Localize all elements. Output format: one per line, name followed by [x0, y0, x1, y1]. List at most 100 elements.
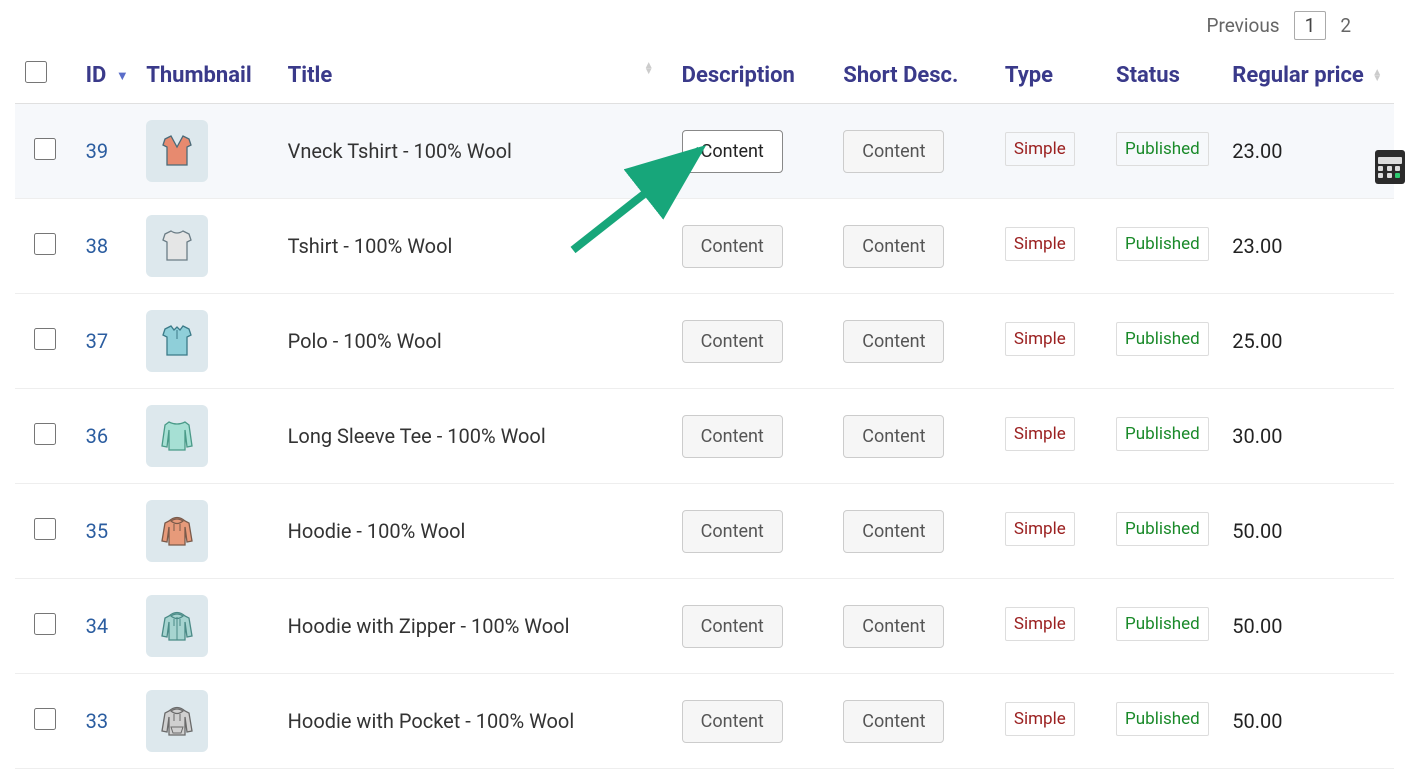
description-content-button[interactable]: Content: [682, 415, 783, 458]
pagination-page-1[interactable]: 1: [1294, 11, 1327, 40]
row-checkbox[interactable]: [34, 138, 56, 160]
regular-price: 30.00: [1232, 424, 1282, 448]
row-title-cell[interactable]: Polo - 100% Wool: [278, 294, 672, 389]
product-thumbnail[interactable]: [146, 595, 208, 657]
shortdesc-content-button[interactable]: Content: [843, 605, 944, 648]
header-price-label: Regular price: [1232, 63, 1364, 88]
status-badge[interactable]: Published: [1116, 417, 1209, 451]
pagination-previous[interactable]: Previous: [1198, 10, 1287, 41]
product-id-link[interactable]: 39: [86, 139, 108, 163]
description-content-button[interactable]: Content: [682, 130, 783, 173]
description-content-button[interactable]: Content: [682, 320, 783, 363]
type-badge[interactable]: Simple: [1005, 702, 1075, 736]
table-row: 38 Tshirt - 100% Wool Content Content Si…: [15, 199, 1394, 294]
product-id-link[interactable]: 38: [86, 234, 108, 258]
row-id-cell: 36: [76, 389, 137, 484]
header-regular-price[interactable]: Regular price ▲ ▼: [1222, 51, 1394, 104]
row-price-cell[interactable]: 25.00: [1222, 294, 1394, 389]
product-thumbnail[interactable]: [146, 120, 208, 182]
status-badge[interactable]: Published: [1116, 607, 1209, 641]
row-title-cell[interactable]: Long Sleeve Tee - 100% Wool: [278, 389, 672, 484]
row-price-cell[interactable]: 23.00: [1222, 199, 1394, 294]
row-status-cell: Published: [1106, 199, 1222, 294]
row-price-cell[interactable]: 50.00: [1222, 484, 1394, 579]
type-badge[interactable]: Simple: [1005, 322, 1075, 356]
calculator-icon[interactable]: [1375, 150, 1405, 184]
row-shortdesc-cell: Content: [833, 104, 995, 199]
select-all-checkbox[interactable]: [25, 61, 47, 83]
product-id-link[interactable]: 36: [86, 424, 108, 448]
product-id-link[interactable]: 34: [86, 614, 108, 638]
shortdesc-content-button[interactable]: Content: [843, 510, 944, 553]
product-thumbnail[interactable]: [146, 690, 208, 752]
header-status[interactable]: Status: [1106, 51, 1222, 104]
row-price-cell[interactable]: 30.00: [1222, 389, 1394, 484]
type-badge[interactable]: Simple: [1005, 417, 1075, 451]
product-thumbnail[interactable]: [146, 500, 208, 562]
product-title: Polo - 100% Wool: [288, 329, 442, 353]
header-title[interactable]: Title ▲ ▼: [278, 51, 672, 104]
product-id-link[interactable]: 35: [86, 519, 108, 543]
row-type-cell: Simple: [995, 294, 1106, 389]
shortdesc-content-button[interactable]: Content: [843, 225, 944, 268]
product-thumbnail[interactable]: [146, 405, 208, 467]
row-type-cell: Simple: [995, 579, 1106, 674]
shortdesc-content-button[interactable]: Content: [843, 130, 944, 173]
shortdesc-content-button[interactable]: Content: [843, 320, 944, 363]
row-title-cell[interactable]: Hoodie with Zipper - 100% Wool: [278, 579, 672, 674]
row-thumbnail-cell: [136, 579, 277, 674]
product-id-link[interactable]: 37: [86, 329, 108, 353]
description-content-button[interactable]: Content: [682, 700, 783, 743]
type-badge[interactable]: Simple: [1005, 607, 1075, 641]
table-row: 39 Vneck Tshirt - 100% Wool Content Cont…: [15, 104, 1394, 199]
header-thumbnail[interactable]: Thumbnail: [136, 51, 277, 104]
row-id-cell: 33: [76, 674, 137, 769]
row-thumbnail-cell: [136, 104, 277, 199]
product-id-link[interactable]: 33: [86, 709, 108, 733]
table-row: 36 Long Sleeve Tee - 100% Wool Content C…: [15, 389, 1394, 484]
row-shortdesc-cell: Content: [833, 294, 995, 389]
row-price-cell[interactable]: 50.00: [1222, 579, 1394, 674]
row-description-cell: Content: [672, 674, 834, 769]
product-title: Vneck Tshirt - 100% Wool: [288, 139, 512, 163]
header-type[interactable]: Type: [995, 51, 1106, 104]
type-badge[interactable]: Simple: [1005, 227, 1075, 261]
row-checkbox[interactable]: [34, 613, 56, 635]
product-thumbnail[interactable]: [146, 215, 208, 277]
header-short-desc[interactable]: Short Desc.: [833, 51, 995, 104]
row-description-cell: Content: [672, 104, 834, 199]
description-content-button[interactable]: Content: [682, 225, 783, 268]
row-title-cell[interactable]: Hoodie - 100% Wool: [278, 484, 672, 579]
status-badge[interactable]: Published: [1116, 512, 1209, 546]
type-badge[interactable]: Simple: [1005, 132, 1075, 166]
header-description[interactable]: Description: [672, 51, 834, 104]
row-checkbox[interactable]: [34, 233, 56, 255]
row-price-cell[interactable]: 50.00: [1222, 674, 1394, 769]
pagination-page-2[interactable]: 2: [1332, 10, 1359, 41]
row-checkbox[interactable]: [34, 518, 56, 540]
row-thumbnail-cell: [136, 674, 277, 769]
status-badge[interactable]: Published: [1116, 227, 1209, 261]
row-title-cell[interactable]: Tshirt - 100% Wool: [278, 199, 672, 294]
table-row: 37 Polo - 100% Wool Content Content Simp…: [15, 294, 1394, 389]
row-checkbox[interactable]: [34, 328, 56, 350]
shortdesc-content-button[interactable]: Content: [843, 700, 944, 743]
product-title: Hoodie with Pocket - 100% Wool: [288, 709, 575, 733]
row-shortdesc-cell: Content: [833, 674, 995, 769]
row-checkbox[interactable]: [34, 423, 56, 445]
description-content-button[interactable]: Content: [682, 605, 783, 648]
sort-desc-icon: ▼: [644, 69, 654, 75]
header-id[interactable]: ID ▼: [76, 51, 137, 104]
status-badge[interactable]: Published: [1116, 702, 1209, 736]
type-badge[interactable]: Simple: [1005, 512, 1075, 546]
product-thumbnail[interactable]: [146, 310, 208, 372]
row-description-cell: Content: [672, 389, 834, 484]
description-content-button[interactable]: Content: [682, 510, 783, 553]
row-title-cell[interactable]: Hoodie with Pocket - 100% Wool: [278, 674, 672, 769]
status-badge[interactable]: Published: [1116, 322, 1209, 356]
shortdesc-content-button[interactable]: Content: [843, 415, 944, 458]
row-title-cell[interactable]: Vneck Tshirt - 100% Wool: [278, 104, 672, 199]
row-checkbox[interactable]: [34, 708, 56, 730]
row-price-cell[interactable]: 23.00: [1222, 104, 1394, 199]
status-badge[interactable]: Published: [1116, 132, 1209, 166]
